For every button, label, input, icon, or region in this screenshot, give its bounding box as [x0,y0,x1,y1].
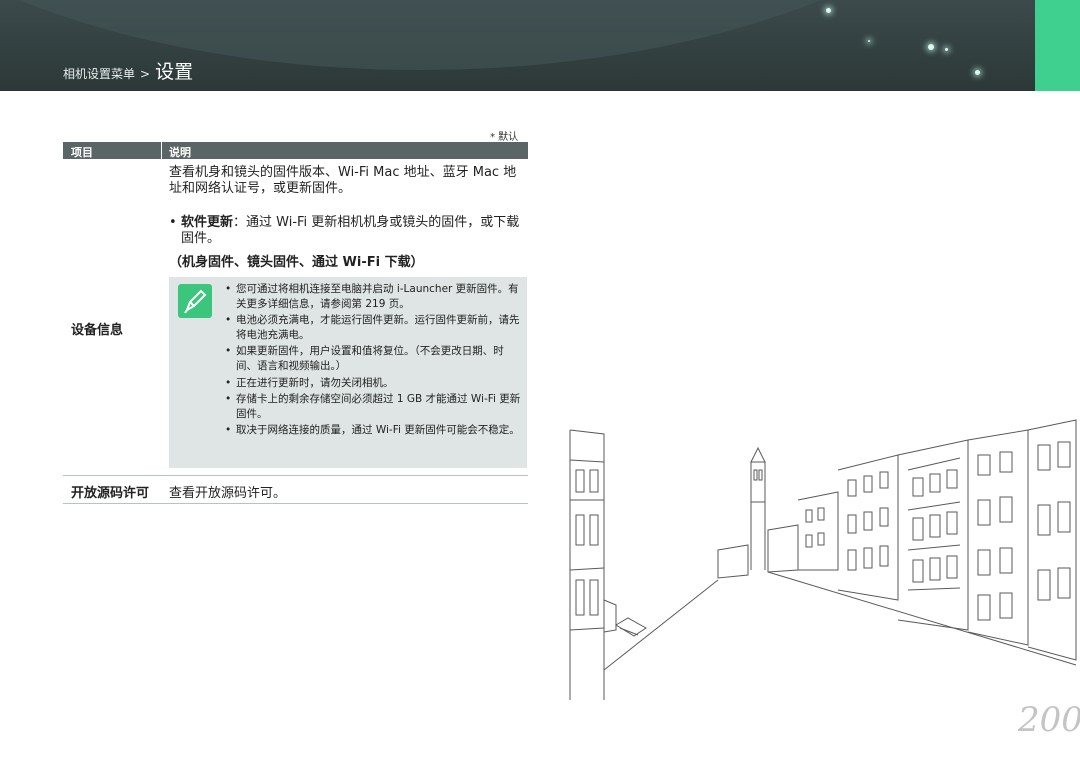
bullet-icon: • [225,376,232,389]
default-note: * 默认 [490,132,519,143]
note-list: • 您可通过将相机连接至电脑并启动 i-Launcher 更新固件。有关更多详细信… [225,282,521,440]
bullet-icon: • [225,345,232,358]
bullet-icon: • [225,393,232,406]
note-text: 正在进行更新时，请勿关闭相机。 [236,376,394,389]
row-description: 查看机身和镜头的固件版本、Wi-Fi Mac 地址、蓝牙 Mac 地址和网络认证… [169,165,517,196]
sparkle-decoration [928,44,934,50]
bullet-icon: • [225,424,232,437]
table-row: 开放源码许可 查看开放源码许可。 [63,476,528,504]
page-header: 相机设置菜单 > 设置 [0,0,1035,91]
note-text: 取决于网络连接的质量，通过 Wi-Fi 更新固件可能会不稳定。 [236,424,520,437]
note-item: • 正在进行更新时，请勿关闭相机。 [225,376,521,391]
note-item: • 如果更新固件，用户设置和值将复位。（不会更改日期、时间、语言和视频输出。） [225,344,521,373]
city-street-illustration [569,419,1077,700]
note-item: • 您可通过将相机连接至电脑并启动 i-Launcher 更新固件。有关更多详细信… [225,282,521,311]
note-item: • 取决于网络连接的质量，通过 Wi-Fi 更新固件可能会不稳定。 [225,423,521,438]
row-description: 查看开放源码许可。 [169,486,287,501]
bullet-icon: • [225,314,232,327]
section-tab[interactable] [1035,0,1080,91]
column-header-item: 项目 [71,146,93,159]
header-divider [161,142,162,159]
note-text: 如果更新固件，用户设置和值将复位。（不会更改日期、时间、语言和视频输出。） [236,345,504,372]
note-box: • 您可通过将相机连接至电脑并启动 i-Launcher 更新固件。有关更多详细信… [169,277,527,468]
note-text: 您可通过将相机连接至电脑并启动 i-Launcher 更新固件。有关更多详细信息… [236,283,519,310]
note-text: 电池必须充满电，才能运行固件更新。运行固件更新前，请先将电池充满电。 [236,314,520,341]
row-label-open-source: 开放源码许可 [71,486,150,501]
note-text: 存储卡上的剩余存储空间必须超过 1 GB 才能通过 Wi-Fi 更新固件。 [236,393,521,420]
pencil-note-icon [178,284,212,318]
sparkle-decoration [975,70,980,75]
sparkle-decoration [945,48,948,51]
row-label-device-info: 设备信息 [71,323,124,338]
page-number: 200 [1018,700,1080,740]
bullet-sub-options: （机身固件、镜头固件、通过 Wi-Fi 下载） [169,255,424,270]
column-header-description: 说明 [169,146,191,159]
table-row: 设备信息 查看机身和镜头的固件版本、Wi-Fi Mac 地址、蓝牙 Mac 地址… [63,159,528,476]
table-header: 项目 说明 [63,142,528,159]
breadcrumb-separator: > [140,67,151,81]
page-title: 设置 [155,61,194,83]
settings-table: 项目 说明 设备信息 查看机身和镜头的固件版本、Wi-Fi Mac 地址、蓝牙 … [63,142,528,504]
bullet-icon: • [169,215,177,230]
breadcrumb-parent[interactable]: 相机设置菜单 [63,67,135,81]
bullet-item: • 软件更新：通过 Wi-Fi 更新相机机身或镜头的固件，或下载固件。 [169,215,525,247]
bullet-term: 软件更新 [181,215,234,230]
sparkle-decoration [826,8,831,13]
note-item: • 电池必须充满电，才能运行固件更新。运行固件更新前，请先将电池充满电。 [225,313,521,342]
sparkle-decoration [868,40,870,42]
note-item: • 存储卡上的剩余存储空间必须超过 1 GB 才能通过 Wi-Fi 更新固件。 [225,392,521,421]
breadcrumb: 相机设置菜单 > 设置 [63,57,193,84]
bullet-icon: • [225,283,232,295]
